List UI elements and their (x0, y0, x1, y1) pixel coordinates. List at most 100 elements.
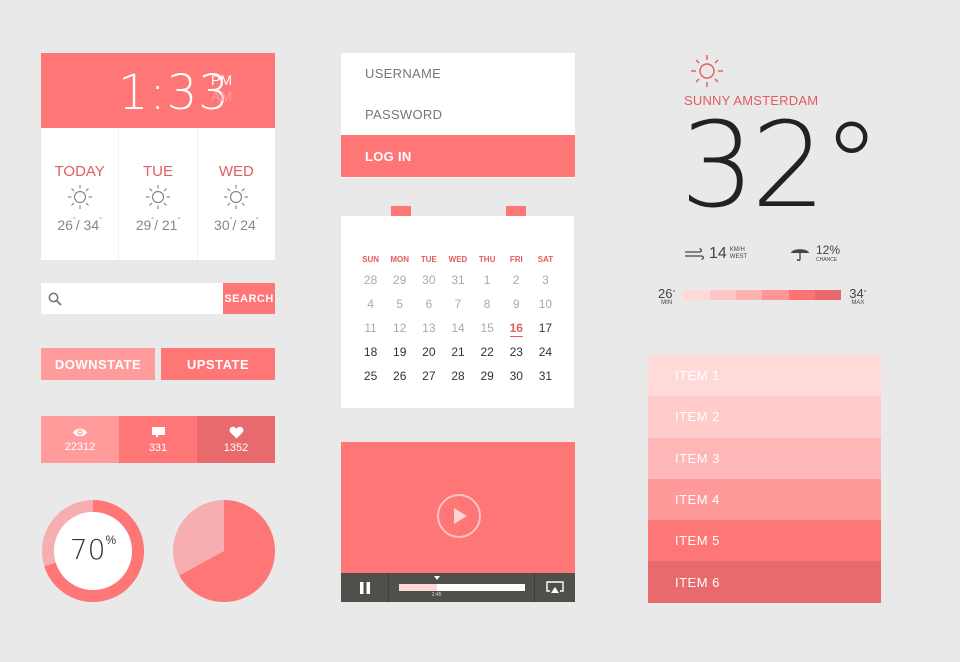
calendar-day[interactable]: 13 (414, 321, 443, 335)
comments-count: 331 (148, 441, 168, 454)
calendar-day[interactable]: 21 (443, 345, 472, 359)
calendar-day[interactable]: 19 (385, 345, 414, 359)
temperature-range: 26° MIN 34° MAX (658, 286, 867, 306)
video-controls: 2:45 (341, 573, 575, 602)
password-input[interactable] (365, 107, 545, 122)
umbrella-icon (791, 249, 809, 262)
likes-stat[interactable]: 1352 (197, 416, 275, 463)
list-item[interactable]: ITEM 1 (648, 355, 881, 397)
calendar-day[interactable]: 6 (414, 297, 443, 311)
forecast-day-name: WED (218, 163, 254, 180)
calendar-week: 28 29 30 31 1 2 3 (356, 268, 560, 292)
list-item[interactable]: ITEM 5 (648, 520, 881, 562)
calendar-day[interactable]: 15 (473, 321, 502, 335)
temperature-segment (762, 290, 789, 300)
list-item[interactable]: ITEM 4 (648, 478, 881, 521)
calendar-day-number: 14 (451, 321, 465, 335)
forecast-day: TUE 29°/ 21° (119, 128, 198, 260)
calendar-day-number: 12 (393, 321, 407, 335)
weekday-label: MON (390, 254, 410, 264)
username-input[interactable] (365, 66, 545, 81)
calendar-day[interactable]: 12 (385, 321, 414, 335)
calendar-day[interactable]: 14 (443, 321, 472, 335)
views-count: 22312 (64, 440, 96, 453)
calendar-day[interactable]: 24 (531, 345, 560, 359)
pause-icon (359, 581, 370, 594)
calendar-day[interactable]: 29 (473, 369, 502, 383)
calendar-day[interactable]: 28 (356, 273, 385, 287)
max-label: MAX (851, 300, 865, 306)
calendar-day[interactable]: 10 (531, 297, 560, 311)
calendar-day[interactable]: 8 (473, 297, 502, 311)
downstate-button[interactable]: DOWNSTATE (41, 348, 155, 380)
seek-progress (399, 584, 437, 591)
login-button[interactable]: LOG IN (341, 135, 575, 177)
calendar-day-number: 19 (393, 345, 407, 359)
search-button[interactable]: SEARCH (223, 283, 275, 314)
calendar-day[interactable]: 17 (531, 321, 560, 335)
sun-icon (145, 185, 170, 209)
calendar-day-number: 18 (363, 345, 378, 359)
donut-progress: 70% (41, 499, 145, 608)
forecast-day: TODAY 26°/ 34° (41, 128, 120, 260)
calendar-day-number: 7 (454, 297, 462, 311)
sun-icon (67, 185, 92, 209)
seek-track[interactable] (399, 584, 525, 591)
calendar-day[interactable]: 9 (502, 297, 531, 311)
calendar-week: 25 26 27 28 29 30 31 (356, 364, 560, 388)
calendar-day[interactable]: 29 (385, 273, 414, 287)
calendar-day-number: 11 (364, 321, 377, 335)
list-item[interactable]: ITEM 2 (648, 396, 881, 438)
min-label: MIN (661, 300, 673, 306)
calendar-day[interactable]: 1 (473, 273, 502, 287)
calendar-day[interactable]: 26 (385, 369, 414, 383)
calendar-day[interactable]: 31 (531, 369, 560, 383)
min-temp-value: 26 (658, 286, 673, 301)
list-item[interactable]: ITEM 6 (648, 561, 881, 603)
calendar-day-number: 31 (451, 273, 465, 287)
calendar-day[interactable]: 20 (414, 345, 443, 359)
calendar-day-number: 21 (451, 345, 465, 359)
calendar-day[interactable]: 7 (443, 297, 472, 311)
calendar-day[interactable]: 5 (385, 297, 414, 311)
calendar-day[interactable]: 22 (473, 345, 502, 359)
calendar-day-number: 20 (422, 345, 436, 359)
seek-handle[interactable] (433, 576, 440, 580)
list-item[interactable]: ITEM 3 (648, 437, 881, 479)
calendar-day-number: 3 (542, 273, 549, 287)
pm-label[interactable]: PM (211, 72, 232, 88)
calendar-day[interactable]: 30 (414, 273, 443, 287)
calendar-day[interactable]: 28 (443, 369, 472, 383)
likes-count: 1352 (223, 441, 249, 454)
calendar-day[interactable]: 11 (356, 321, 385, 335)
calendar-day[interactable]: 3 (531, 273, 560, 287)
donut-value: 70 (69, 533, 106, 566)
calendar-day[interactable]: 2 (502, 273, 531, 287)
calendar-day[interactable]: 30 (502, 369, 531, 383)
comments-stat[interactable]: 331 (119, 416, 197, 463)
sun-icon (224, 185, 249, 209)
airplay-icon (546, 581, 564, 593)
airplay-button[interactable] (535, 573, 575, 602)
upstate-button[interactable]: UPSTATE (161, 348, 275, 380)
calendar-day-number: 5 (396, 297, 404, 311)
calendar-day-number: 2 (512, 273, 520, 287)
calendar-day[interactable]: 18 (356, 345, 385, 359)
temperature-segment (709, 290, 736, 300)
calendar-day-number: 30 (422, 273, 436, 287)
play-button[interactable] (437, 494, 481, 538)
calendar-day-today[interactable]: 16 (502, 321, 531, 337)
search-input[interactable] (68, 283, 224, 314)
low-temp: 30 (214, 217, 230, 233)
am-label[interactable]: AM (211, 88, 232, 104)
seek-bar[interactable]: 2:45 (389, 573, 535, 602)
pause-button[interactable] (341, 573, 389, 602)
calendar-day[interactable]: 23 (502, 345, 531, 359)
calendar-day[interactable]: 4 (356, 297, 385, 311)
calendar-day[interactable]: 31 (443, 273, 472, 287)
calendar-day[interactable]: 25 (356, 369, 385, 383)
views-stat[interactable]: 22312 (41, 416, 119, 463)
temperature-segment (788, 290, 815, 300)
calendar-day[interactable]: 27 (414, 369, 443, 383)
weekday-label: SUN (362, 254, 380, 264)
